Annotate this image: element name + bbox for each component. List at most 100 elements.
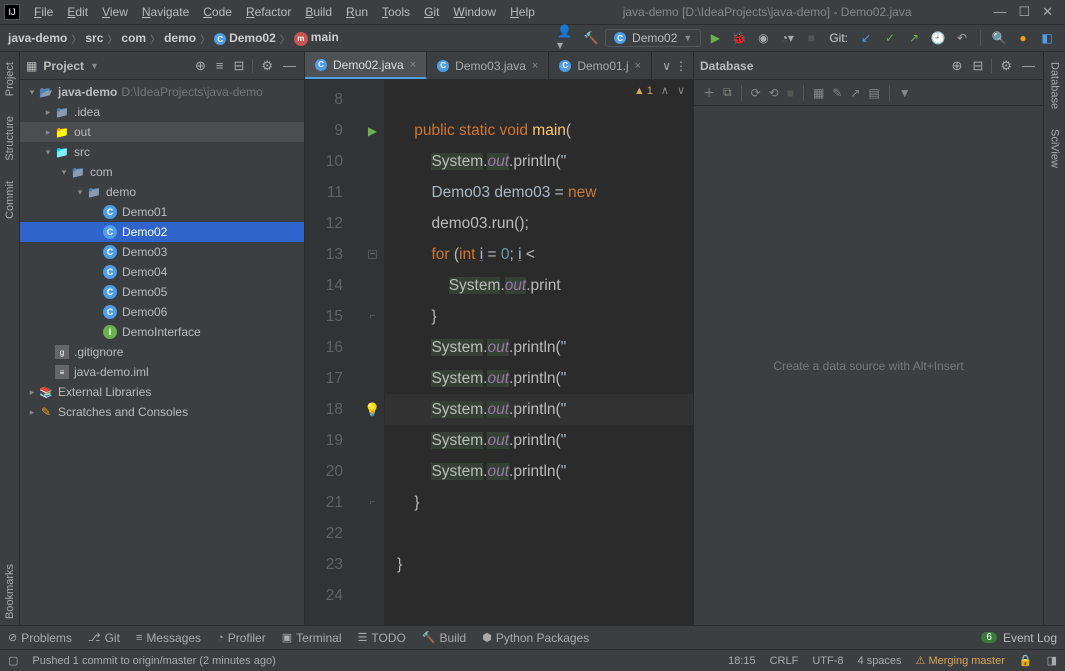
panel-settings-button[interactable]: ⚙: [259, 58, 275, 74]
breadcrumb-item[interactable]: mmain: [294, 30, 339, 46]
bottom-tab-python-packages[interactable]: ⬢Python Packages: [482, 631, 589, 645]
db-view-button[interactable]: ⊕: [950, 58, 965, 74]
db-duplicate-button[interactable]: ⧉: [720, 85, 735, 100]
select-opened-file-button[interactable]: ⊕: [193, 58, 208, 74]
menu-file[interactable]: File: [28, 3, 59, 21]
indent-setting[interactable]: 4 spaces: [858, 655, 902, 667]
tree-row[interactable]: CDemo02: [20, 222, 304, 242]
db-edit-button[interactable]: ✎: [829, 86, 845, 100]
fold-icon[interactable]: −: [368, 250, 377, 259]
code-editor[interactable]: ▲ 1 ∧ ∨ 89101112131415161718192021222324…: [305, 80, 693, 625]
run-gutter-icon[interactable]: ▶: [368, 124, 377, 138]
breadcrumb-item[interactable]: src: [85, 31, 103, 45]
close-button[interactable]: ✕: [1042, 4, 1053, 20]
tree-row[interactable]: CDemo05: [20, 282, 304, 302]
breadcrumb-item[interactable]: demo: [164, 31, 196, 45]
db-hide-button[interactable]: —: [1020, 58, 1037, 73]
menu-view[interactable]: View: [96, 3, 134, 21]
bottom-tab-terminal[interactable]: ▣Terminal: [282, 631, 342, 645]
git-push-button[interactable]: ↗: [904, 28, 924, 48]
menu-code[interactable]: Code: [197, 3, 238, 21]
editor-tab[interactable]: CDemo02.java×: [305, 52, 427, 79]
db-jump-button[interactable]: ↗: [847, 86, 863, 100]
tool-tab-sciview[interactable]: SciView: [1047, 123, 1063, 174]
ide-settings-button[interactable]: ●: [1013, 28, 1033, 48]
tree-row[interactable]: ▸.idea: [20, 102, 304, 122]
tool-tab-commit[interactable]: Commit: [2, 175, 18, 225]
code-lines[interactable]: public static void main( System.out.prin…: [385, 80, 693, 625]
db-add-button[interactable]: ＋: [700, 84, 718, 101]
db-sync-button[interactable]: ⟲: [766, 86, 782, 100]
menu-refactor[interactable]: Refactor: [240, 3, 297, 21]
tree-row[interactable]: ▸✎Scratches and Consoles: [20, 402, 304, 422]
git-pull-button[interactable]: ↙: [856, 28, 876, 48]
tabs-dropdown-button[interactable]: ∨: [662, 59, 671, 73]
prev-highlight-button[interactable]: ∧: [661, 84, 669, 97]
close-tab-icon[interactable]: ×: [635, 60, 641, 72]
minimize-button[interactable]: —: [993, 4, 1006, 20]
menu-build[interactable]: Build: [299, 3, 338, 21]
project-tree[interactable]: ▾java-demoD:\IdeaProjects\java-demo▸.ide…: [20, 80, 304, 625]
close-tab-icon[interactable]: ×: [410, 59, 416, 71]
db-collapse-button[interactable]: ⊟: [970, 58, 985, 74]
tree-row[interactable]: CDemo04: [20, 262, 304, 282]
db-filter-button[interactable]: ▼: [896, 86, 914, 100]
db-settings-button[interactable]: ⚙: [998, 58, 1014, 74]
status-icon[interactable]: ▢: [8, 654, 18, 667]
tree-row[interactable]: ▾demo: [20, 182, 304, 202]
tree-row[interactable]: CDemo03: [20, 242, 304, 262]
tree-row[interactable]: ▸out: [20, 122, 304, 142]
tree-row[interactable]: CDemo06: [20, 302, 304, 322]
tree-row[interactable]: ≡java-demo.iml: [20, 362, 304, 382]
tree-row[interactable]: g.gitignore: [20, 342, 304, 362]
bottom-tab-git[interactable]: ⎇Git: [88, 631, 120, 645]
menu-window[interactable]: Window: [447, 3, 502, 21]
gutter-marks[interactable]: ▶−⌐💡⌐: [361, 80, 385, 625]
git-history-button[interactable]: 🕘: [928, 28, 948, 48]
bottom-tab-build[interactable]: 🔨Build: [422, 631, 466, 645]
breadcrumb-item[interactable]: CDemo02: [214, 31, 276, 46]
collapse-all-button[interactable]: ⊟: [231, 58, 246, 74]
breadcrumb-item[interactable]: java-demo: [8, 31, 67, 45]
menu-navigate[interactable]: Navigate: [136, 3, 195, 21]
caret-position[interactable]: 18:15: [728, 655, 756, 667]
file-encoding[interactable]: UTF-8: [812, 655, 843, 667]
stop-button[interactable]: ■: [801, 28, 821, 48]
tool-tab-project[interactable]: Project: [2, 56, 18, 102]
expand-all-button[interactable]: ≡: [214, 58, 226, 73]
event-log-button[interactable]: 6Event Log: [981, 631, 1057, 645]
tree-row[interactable]: IDemoInterface: [20, 322, 304, 342]
menu-edit[interactable]: Edit: [61, 3, 94, 21]
debug-button[interactable]: 🐞: [729, 28, 749, 48]
bottom-tab-problems[interactable]: ⊘Problems: [8, 631, 72, 645]
menu-git[interactable]: Git: [418, 3, 445, 21]
db-console-button[interactable]: ▤: [865, 86, 882, 100]
memory-indicator-icon[interactable]: ◨: [1047, 654, 1057, 667]
tree-row[interactable]: ▸External Libraries: [20, 382, 304, 402]
tool-tab-database[interactable]: Database: [1047, 56, 1063, 115]
git-branch-indicator[interactable]: Merging master: [916, 654, 1005, 667]
hide-panel-button[interactable]: —: [281, 58, 298, 73]
git-rollback-button[interactable]: ↶: [952, 28, 972, 48]
db-refresh-button[interactable]: ⟳: [748, 86, 764, 100]
lock-icon[interactable]: 🔒: [1019, 654, 1033, 667]
intention-bulb-icon[interactable]: 💡: [364, 402, 380, 418]
inspection-widget[interactable]: ▲ 1 ∧ ∨: [634, 84, 685, 97]
git-commit-button[interactable]: ✓: [880, 28, 900, 48]
next-highlight-button[interactable]: ∨: [677, 84, 685, 97]
tool-tab-structure[interactable]: Structure: [2, 110, 18, 167]
tree-row[interactable]: ▾src: [20, 142, 304, 162]
close-tab-icon[interactable]: ×: [532, 60, 538, 72]
menu-tools[interactable]: Tools: [376, 3, 416, 21]
breadcrumb-item[interactable]: com: [121, 31, 146, 45]
editor-tab[interactable]: CDemo01.j×: [549, 52, 652, 79]
search-everywhere-button[interactable]: 🔍: [989, 28, 1009, 48]
tree-row[interactable]: ▾com: [20, 162, 304, 182]
menu-run[interactable]: Run: [340, 3, 374, 21]
user-icon[interactable]: 👤▾: [557, 28, 577, 48]
profile-button[interactable]: ◔▾: [777, 28, 797, 48]
coverage-button[interactable]: ◉: [753, 28, 773, 48]
db-stop-button[interactable]: ■: [784, 86, 797, 100]
bottom-tab-todo[interactable]: ☰TODO: [358, 631, 406, 645]
tool-tab-bookmarks[interactable]: Bookmarks: [2, 558, 18, 625]
